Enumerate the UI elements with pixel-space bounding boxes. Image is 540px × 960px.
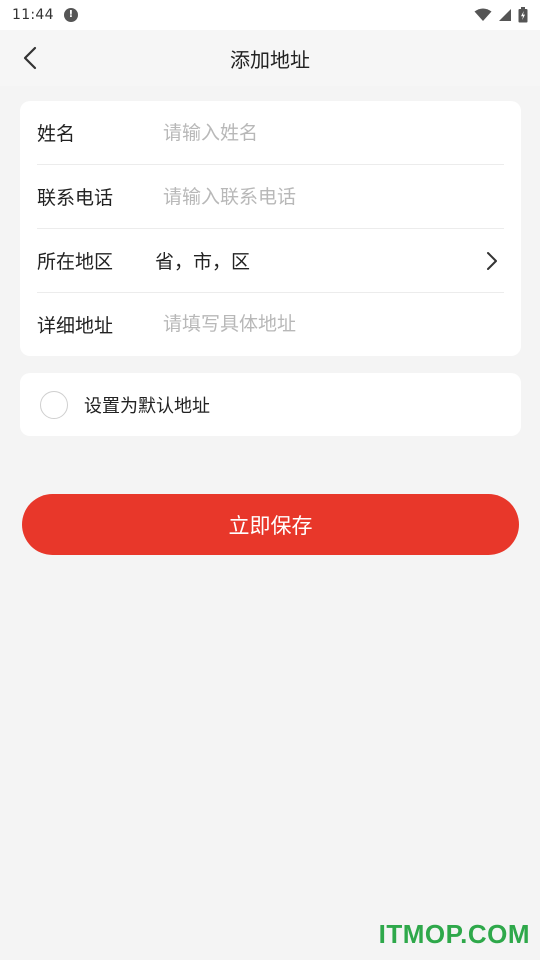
detail-row: 详细地址 bbox=[37, 293, 504, 355]
status-time: 11:44 bbox=[12, 7, 54, 23]
name-row: 姓名 bbox=[37, 101, 504, 165]
region-row[interactable]: 所在地区 省，市，区 bbox=[37, 229, 504, 293]
page-title: 添加地址 bbox=[230, 47, 310, 72]
address-form-card: 姓名 联系电话 所在地区 省，市，区 详细地址 bbox=[20, 101, 521, 356]
phone-label: 联系电话 bbox=[37, 187, 114, 209]
phone-row: 联系电话 bbox=[37, 165, 504, 229]
battery-icon bbox=[518, 7, 528, 23]
detail-label: 详细地址 bbox=[37, 314, 114, 337]
watermark-logo: ITMOP.COM bbox=[378, 919, 530, 949]
signal-icon bbox=[499, 9, 511, 21]
name-label: 姓名 bbox=[37, 123, 76, 145]
nav-bar: 添加地址 bbox=[0, 30, 540, 86]
region-label: 所在地区 bbox=[37, 251, 114, 273]
chevron-left-icon bbox=[23, 46, 37, 70]
name-input[interactable] bbox=[163, 112, 504, 153]
phone-input[interactable] bbox=[163, 176, 504, 217]
add-address-screen: 11:44 ! 添加地址 姓名 请输入姓名 联系电话 请输入联系电话 所在地区 … bbox=[0, 0, 540, 960]
detail-address-input[interactable] bbox=[163, 304, 504, 344]
default-address-option[interactable]: 设置为默认地址 bbox=[20, 373, 521, 436]
default-address-label: 设置为默认地址 bbox=[84, 395, 210, 417]
region-selector[interactable]: 省，市，区 bbox=[155, 247, 480, 274]
back-button[interactable] bbox=[10, 38, 50, 78]
default-address-radio[interactable] bbox=[40, 390, 68, 419]
status-bar: 11:44 ! bbox=[0, 0, 540, 30]
chevron-right-icon bbox=[480, 249, 504, 273]
save-button[interactable]: 立即保存 bbox=[22, 494, 519, 555]
alert-icon: ! bbox=[63, 8, 78, 22]
wifi-icon bbox=[474, 8, 492, 21]
status-icons bbox=[474, 7, 528, 23]
